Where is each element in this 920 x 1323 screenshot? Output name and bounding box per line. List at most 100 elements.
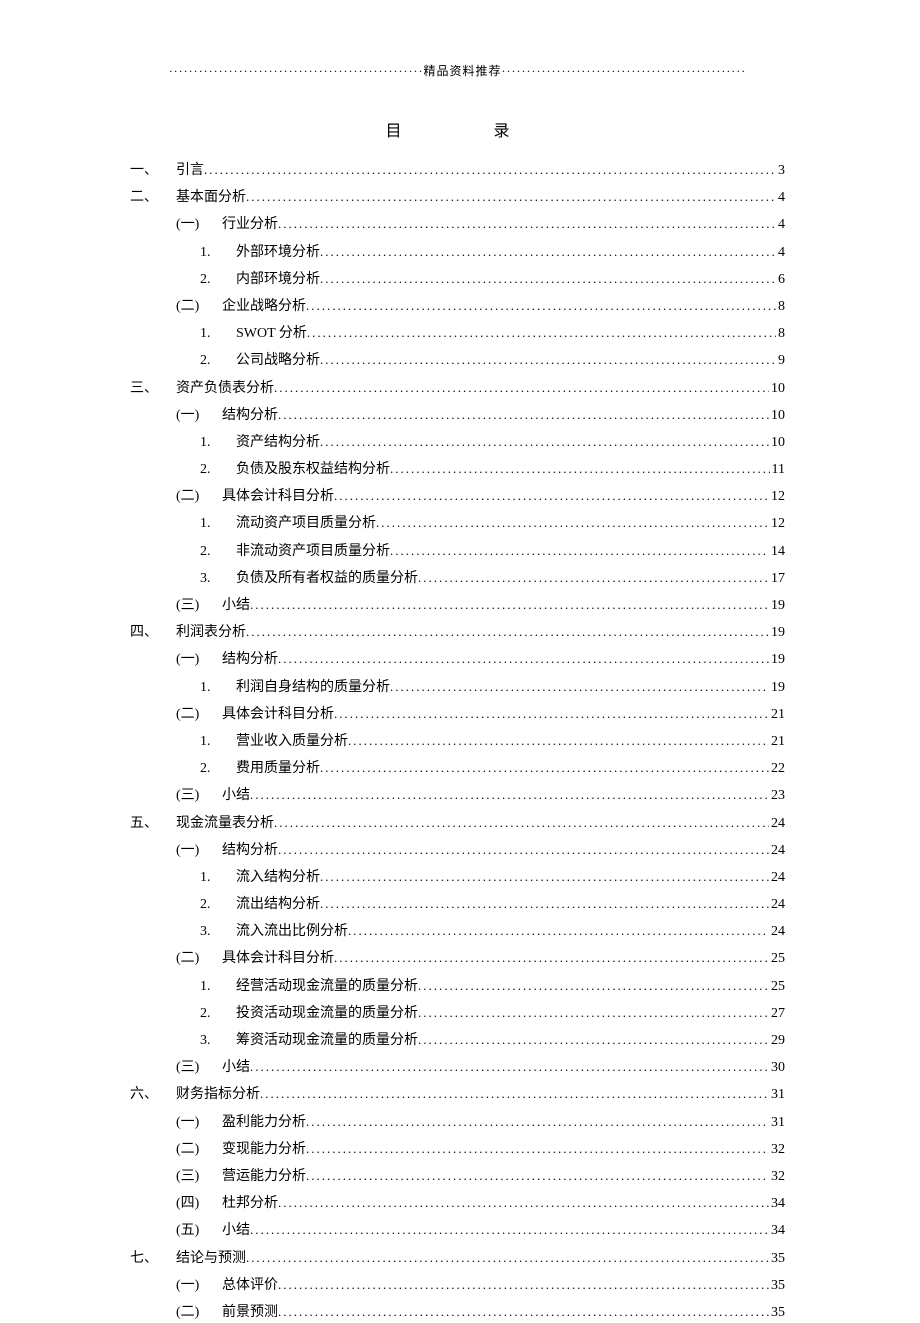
toc-entry: 3.筹资活动现金流量的质量分析29 xyxy=(130,1030,785,1051)
toc-page-number: 19 xyxy=(769,622,785,643)
toc-marker: (二) xyxy=(176,296,222,317)
toc-page-number: 9 xyxy=(776,350,785,371)
toc-page-number: 4 xyxy=(776,242,785,263)
toc-page-number: 22 xyxy=(769,758,785,779)
toc-page-number: 11 xyxy=(770,459,785,480)
toc-entry: (四)杜邦分析34 xyxy=(130,1193,785,1214)
toc-entry: 2.流出结构分析24 xyxy=(130,894,785,915)
toc-leader xyxy=(418,1030,769,1044)
toc-text: 流动资产项目质量分析 xyxy=(236,513,376,534)
toc-page-number: 6 xyxy=(776,269,785,290)
toc-page-number: 25 xyxy=(769,948,785,969)
toc-leader xyxy=(320,894,769,908)
toc-page-number: 24 xyxy=(769,867,785,888)
toc-marker: (二) xyxy=(176,948,222,969)
toc-text: 小结 xyxy=(222,595,250,616)
toc-marker: 一、 xyxy=(130,160,176,181)
toc-text: 结构分析 xyxy=(222,840,278,861)
toc-page-number: 19 xyxy=(769,595,785,616)
toc-entry: 3.负债及所有者权益的质量分析17 xyxy=(130,568,785,589)
toc-leader xyxy=(246,1248,769,1262)
toc-leader xyxy=(250,785,769,799)
toc-page-number: 24 xyxy=(769,840,785,861)
toc-leader xyxy=(250,595,769,609)
toc-marker: 3. xyxy=(200,568,236,589)
toc-entry: (一)结构分析10 xyxy=(130,405,785,426)
toc-marker: 三、 xyxy=(130,378,176,399)
toc-entry: (一)结构分析19 xyxy=(130,649,785,670)
toc-leader xyxy=(278,214,776,228)
toc-leader xyxy=(278,1302,769,1316)
toc-page-number: 31 xyxy=(769,1112,785,1133)
toc-text: 负债及所有者权益的质量分析 xyxy=(236,568,418,589)
toc-page-number: 4 xyxy=(776,187,785,208)
toc-text: 资产结构分析 xyxy=(236,432,320,453)
toc-page-number: 35 xyxy=(769,1275,785,1296)
toc-page-number: 34 xyxy=(769,1220,785,1241)
toc-marker: (一) xyxy=(176,840,222,861)
table-of-contents: 一、引言3二、基本面分析4(一)行业分析41.外部环境分析42.内部环境分析6(… xyxy=(130,160,785,1323)
toc-entry: 1.经营活动现金流量的质量分析25 xyxy=(130,976,785,997)
toc-text: 公司战略分析 xyxy=(236,350,320,371)
toc-page-number: 23 xyxy=(769,785,785,806)
toc-text: 基本面分析 xyxy=(176,187,246,208)
toc-page-number: 21 xyxy=(769,704,785,725)
toc-entry: (二)变现能力分析32 xyxy=(130,1139,785,1160)
toc-page-number: 10 xyxy=(769,378,785,399)
toc-leader xyxy=(320,758,769,772)
toc-text: 负债及股东权益结构分析 xyxy=(236,459,390,480)
toc-text: 资产负债表分析 xyxy=(176,378,274,399)
toc-leader xyxy=(320,242,776,256)
toc-leader xyxy=(306,296,776,310)
toc-marker: 四、 xyxy=(130,622,176,643)
toc-page-number: 10 xyxy=(769,405,785,426)
toc-marker: 二、 xyxy=(130,187,176,208)
toc-text: 行业分析 xyxy=(222,214,278,235)
toc-marker: (一) xyxy=(176,405,222,426)
toc-page-number: 31 xyxy=(769,1084,785,1105)
toc-entry: 1.外部环境分析4 xyxy=(130,242,785,263)
toc-entry: (二)具体会计科目分析25 xyxy=(130,948,785,969)
toc-text: 结构分析 xyxy=(222,649,278,670)
toc-entry: 四、利润表分析19 xyxy=(130,622,785,643)
toc-text: 流出结构分析 xyxy=(236,894,320,915)
toc-entry: 1.利润自身结构的质量分析19 xyxy=(130,677,785,698)
toc-entry: (二)前景预测35 xyxy=(130,1302,785,1323)
toc-text: 内部环境分析 xyxy=(236,269,320,290)
toc-text: 小结 xyxy=(222,785,250,806)
toc-entry: (三)小结23 xyxy=(130,785,785,806)
toc-entry: (三)小结30 xyxy=(130,1057,785,1078)
toc-page-number: 12 xyxy=(769,486,785,507)
toc-leader xyxy=(334,948,769,962)
toc-entry: (一)行业分析4 xyxy=(130,214,785,235)
toc-entry: (二)企业战略分析8 xyxy=(130,296,785,317)
toc-entry: 五、现金流量表分析24 xyxy=(130,813,785,834)
toc-entry: 七、结论与预测35 xyxy=(130,1248,785,1269)
toc-leader xyxy=(246,187,776,201)
toc-leader xyxy=(307,323,776,337)
toc-page-number: 30 xyxy=(769,1057,785,1078)
toc-entry: 2.负债及股东权益结构分析 11 xyxy=(130,459,785,480)
toc-leader xyxy=(320,350,776,364)
toc-marker: 六、 xyxy=(130,1084,176,1105)
toc-marker: 2. xyxy=(200,758,236,779)
toc-entry: (二)具体会计科目分析12 xyxy=(130,486,785,507)
toc-entry: (五)小结34 xyxy=(130,1220,785,1241)
toc-text: 经营活动现金流量的质量分析 xyxy=(236,976,418,997)
toc-leader xyxy=(334,704,769,718)
toc-leader xyxy=(306,1166,769,1180)
toc-leader xyxy=(278,1275,769,1289)
toc-marker: 2. xyxy=(200,459,236,480)
toc-marker: (一) xyxy=(176,214,222,235)
toc-text: 非流动资产项目质量分析 xyxy=(236,541,390,562)
toc-entry: 三、资产负债表分析 10 xyxy=(130,378,785,399)
toc-text: 费用质量分析 xyxy=(236,758,320,779)
toc-marker: (二) xyxy=(176,486,222,507)
toc-text: 企业战略分析 xyxy=(222,296,306,317)
toc-marker: 七、 xyxy=(130,1248,176,1269)
toc-marker: 1. xyxy=(200,513,236,534)
toc-text: 利润自身结构的质量分析 xyxy=(236,677,390,698)
toc-marker: 1. xyxy=(200,242,236,263)
toc-marker: 2. xyxy=(200,350,236,371)
toc-marker: (二) xyxy=(176,1139,222,1160)
